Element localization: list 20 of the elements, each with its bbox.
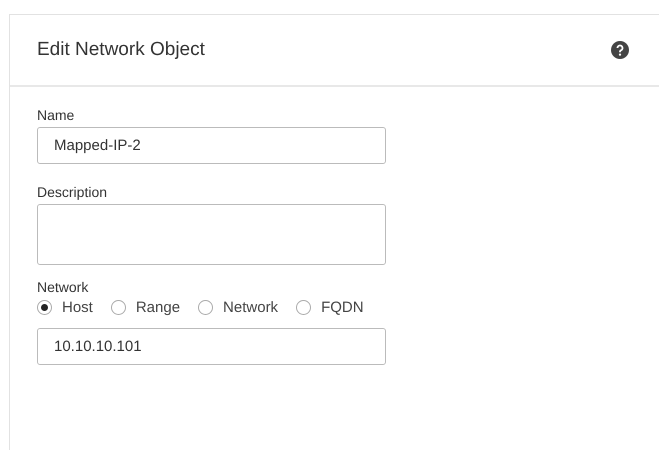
- field-label: Description: [37, 184, 108, 200]
- input-field[interactable]: [37, 204, 386, 265]
- field-label: Network: [37, 279, 90, 295]
- radio-label: Range: [136, 299, 180, 316]
- input-field[interactable]: Mapped-IP-2: [37, 127, 386, 164]
- radio-button[interactable]: [37, 300, 52, 315]
- dialog-title: Edit Network Object: [37, 39, 205, 61]
- help-icon[interactable]: [611, 41, 629, 59]
- radio-option[interactable]: Host: [37, 299, 93, 316]
- radio-button[interactable]: [110, 300, 126, 315]
- field-label: Name: [37, 107, 76, 123]
- radio-option[interactable]: Network: [198, 299, 278, 316]
- radio-button[interactable]: [296, 300, 312, 315]
- radio-label: Host: [62, 299, 93, 316]
- radio-label: Network: [223, 299, 278, 316]
- radio-option[interactable]: Range: [110, 299, 180, 316]
- radio-option[interactable]: FQDN: [296, 299, 364, 316]
- input-field[interactable]: 10.10.10.101: [37, 328, 386, 365]
- radio-button[interactable]: [198, 300, 214, 315]
- radio-label: FQDN: [321, 299, 364, 316]
